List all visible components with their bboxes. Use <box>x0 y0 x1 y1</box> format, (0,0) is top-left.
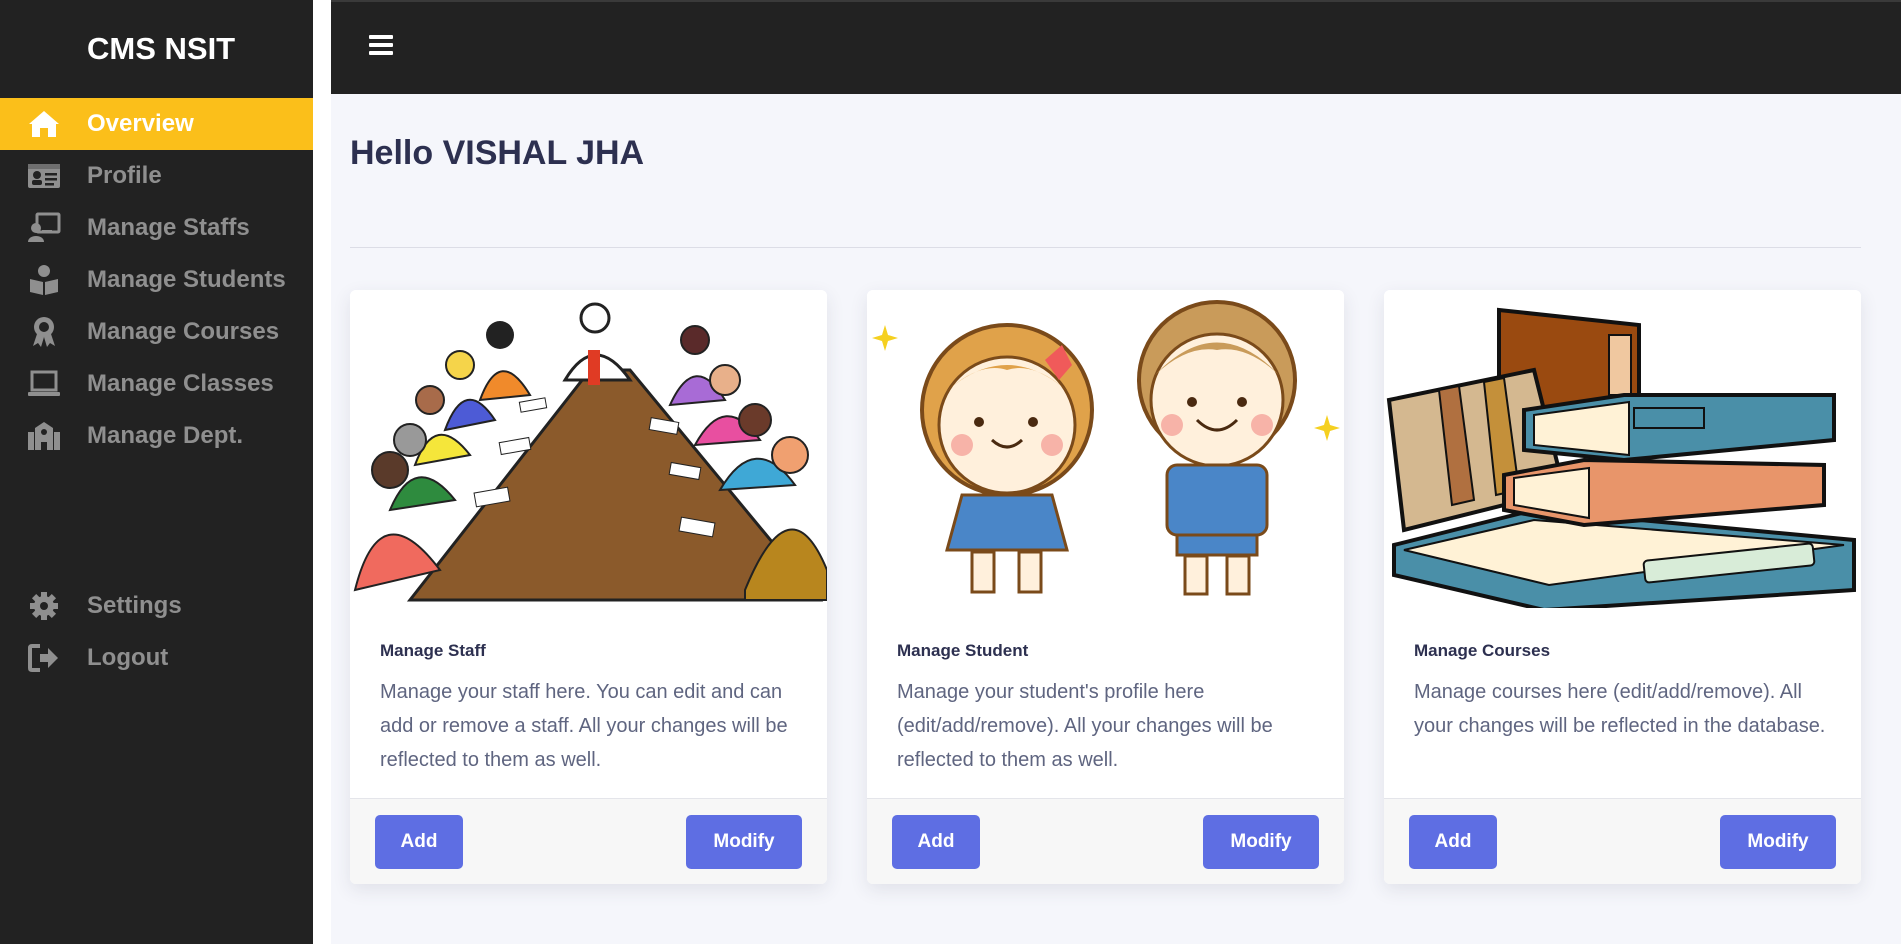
card-description: Manage your staff here. You can edit and… <box>380 681 788 771</box>
card-footer: Add Modify <box>1384 798 1861 884</box>
sidebar-item-label: Manage Staffs <box>87 214 250 241</box>
card-title: Manage Courses <box>1414 641 1551 660</box>
school-icon <box>0 420 87 452</box>
sidebar-item-label: Manage Classes <box>87 370 274 397</box>
sidebar-item-label: Logout <box>87 644 169 671</box>
student-icon <box>0 264 87 296</box>
card-title: Manage Staff <box>380 641 486 660</box>
sidebar-item-label: Manage Courses <box>87 318 280 345</box>
manage-courses-card: Manage Courses Manage courses here (edit… <box>1384 290 1861 884</box>
staff-meeting-illustration <box>350 290 827 608</box>
card-footer: Add Modify <box>867 798 1344 884</box>
add-staff-button[interactable]: Add <box>375 815 463 869</box>
top-bar <box>331 0 1901 94</box>
sidebar-item-manage-courses[interactable]: Manage Courses <box>0 306 313 358</box>
sidebar: CMS NSIT Overview Profile Manage Staffs … <box>0 0 313 944</box>
sidebar-item-label: Settings <box>87 592 182 619</box>
card-description: Manage your student's profile here (edit… <box>897 681 1273 771</box>
card-title: Manage Student <box>897 641 1029 660</box>
divider <box>350 247 1861 248</box>
sidebar-item-overview[interactable]: Overview <box>0 98 313 150</box>
sidebar-item-label: Manage Students <box>87 266 286 293</box>
sidebar-item-profile[interactable]: Profile <box>0 150 313 202</box>
add-course-button[interactable]: Add <box>1409 815 1497 869</box>
main-content: Hello VISHAL JHA Manage Staff Manage you… <box>331 94 1901 944</box>
card-description: Manage courses here (edit/add/remove). A… <box>1414 681 1826 737</box>
books-illustration <box>1384 290 1861 608</box>
sidebar-item-settings[interactable]: Settings <box>0 580 313 632</box>
manage-student-card: Manage Student Manage your student's pro… <box>867 290 1344 884</box>
logout-icon <box>0 642 87 674</box>
hamburger-menu-icon[interactable] <box>369 35 393 59</box>
sidebar-item-label: Profile <box>87 162 162 189</box>
sidebar-item-manage-students[interactable]: Manage Students <box>0 254 313 306</box>
sidebar-item-manage-staffs[interactable]: Manage Staffs <box>0 202 313 254</box>
laptop-icon <box>0 368 87 400</box>
modify-student-button[interactable]: Modify <box>1203 815 1319 869</box>
home-icon <box>0 108 87 140</box>
students-illustration <box>867 290 1344 608</box>
id-card-icon <box>0 160 87 192</box>
modify-staff-button[interactable]: Modify <box>686 815 802 869</box>
card-footer: Add Modify <box>350 798 827 884</box>
teacher-icon <box>0 212 87 244</box>
sidebar-item-manage-dept[interactable]: Manage Dept. <box>0 410 313 462</box>
gear-icon <box>0 590 87 622</box>
sidebar-item-logout[interactable]: Logout <box>0 632 313 684</box>
modify-course-button[interactable]: Modify <box>1720 815 1836 869</box>
sidebar-item-manage-classes[interactable]: Manage Classes <box>0 358 313 410</box>
add-student-button[interactable]: Add <box>892 815 980 869</box>
sidebar-item-label: Overview <box>87 110 194 137</box>
sidebar-item-label: Manage Dept. <box>87 422 244 449</box>
brand-title: CMS NSIT <box>87 31 236 66</box>
page-title: Hello VISHAL JHA <box>350 134 645 172</box>
award-icon <box>0 316 87 348</box>
manage-staff-card: Manage Staff Manage your staff here. You… <box>350 290 827 884</box>
